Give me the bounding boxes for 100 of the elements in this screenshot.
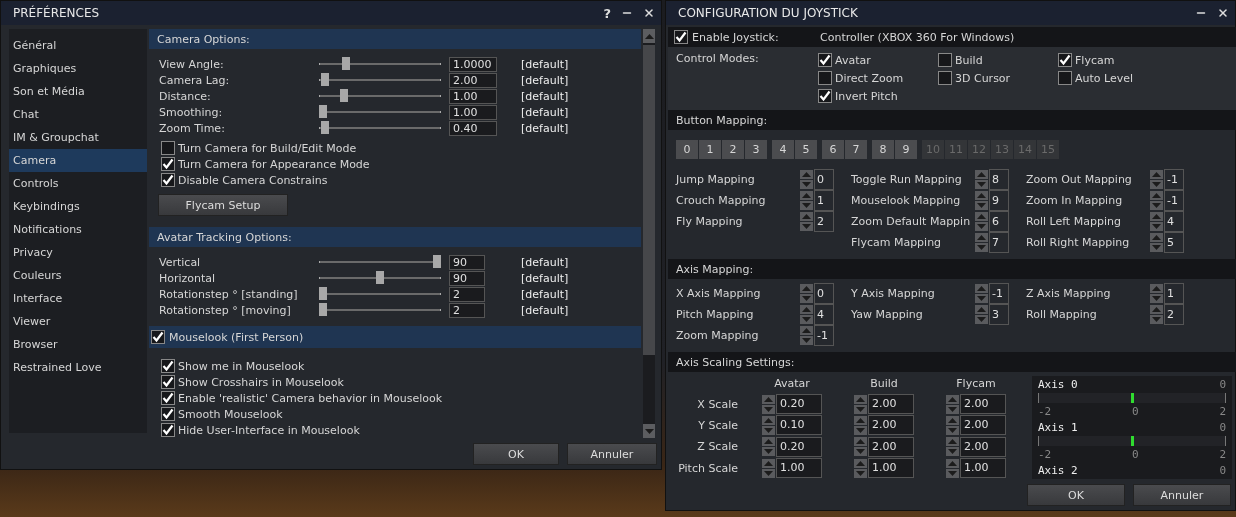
checkbox[interactable]	[161, 157, 175, 171]
spin-up-button[interactable]	[975, 212, 988, 221]
sidebar-item[interactable]: Chat	[9, 103, 147, 126]
spin-down-button[interactable]	[800, 336, 813, 345]
close-button[interactable]	[1217, 7, 1229, 19]
scale-field[interactable]: 0.20	[776, 394, 822, 415]
scale-field[interactable]: 0.20	[776, 436, 822, 457]
mapping-field[interactable]: -1	[989, 283, 1009, 304]
scale-field[interactable]: 2.00	[868, 394, 914, 415]
spin-down-button[interactable]	[975, 222, 988, 231]
spin-up-button[interactable]	[762, 437, 775, 447]
ok-button[interactable]: OK	[473, 443, 559, 465]
number-button[interactable]: 3	[745, 140, 767, 159]
mapping-field[interactable]: 6	[989, 211, 1009, 232]
mapping-field[interactable]: 8	[989, 169, 1009, 190]
value-field[interactable]: 1.00	[449, 88, 497, 104]
sidebar-item[interactable]: Interface	[9, 287, 147, 310]
flycam-setup-button[interactable]: Flycam Setup	[158, 194, 288, 216]
spin-down-button[interactable]	[800, 222, 813, 231]
spin-up-button[interactable]	[946, 394, 959, 404]
spin-down-button[interactable]	[1150, 180, 1163, 189]
sidebar-item[interactable]: Notifications	[9, 218, 147, 241]
slider[interactable]	[319, 302, 441, 318]
value-field[interactable]: 2.00	[449, 72, 497, 88]
cancel-button[interactable]: Annuler	[1133, 484, 1231, 506]
spin-down-button[interactable]	[800, 201, 813, 210]
value-field[interactable]: 0.40	[449, 120, 497, 136]
value-field[interactable]: 1.0000	[449, 56, 497, 72]
mapping-field[interactable]: 9	[989, 190, 1009, 211]
sidebar-item[interactable]: Couleurs	[9, 264, 147, 287]
help-button[interactable]: ?	[603, 5, 611, 21]
slider-thumb[interactable]	[341, 57, 350, 70]
mapping-field[interactable]: 1	[814, 190, 834, 211]
spin-up-button[interactable]	[1150, 212, 1163, 221]
sidebar-item[interactable]: Camera	[9, 149, 147, 172]
sidebar-item[interactable]: Graphiques	[9, 57, 147, 80]
spin-down-button[interactable]	[975, 243, 988, 252]
spin-up-button[interactable]	[1150, 233, 1163, 242]
checkbox[interactable]	[1058, 71, 1072, 85]
checkbox[interactable]	[938, 53, 952, 67]
slider-thumb[interactable]	[321, 121, 330, 134]
sidebar-item[interactable]: Keybindings	[9, 195, 147, 218]
spin-down-button[interactable]	[946, 468, 959, 478]
spin-down-button[interactable]	[762, 426, 775, 435]
spin-down-button[interactable]	[946, 426, 959, 435]
spin-down-button[interactable]	[800, 294, 813, 303]
checkbox[interactable]	[674, 30, 688, 44]
mapping-field[interactable]: -1	[1164, 190, 1184, 211]
number-button[interactable]: 7	[845, 140, 867, 159]
spin-up-button[interactable]	[975, 284, 988, 293]
spin-down-button[interactable]	[854, 426, 867, 435]
number-button[interactable]: 8	[872, 140, 894, 159]
value-field[interactable]: 2	[449, 286, 485, 302]
checkbox[interactable]	[161, 141, 175, 155]
spin-up-button[interactable]	[762, 394, 775, 404]
spin-up-button[interactable]	[800, 326, 813, 335]
number-button[interactable]: 0	[676, 140, 698, 159]
scale-field[interactable]: 2.00	[868, 436, 914, 457]
spin-up-button[interactable]	[800, 305, 813, 314]
sidebar-item[interactable]: Général	[9, 34, 147, 57]
slider[interactable]	[319, 286, 441, 302]
spin-up-button[interactable]	[854, 394, 867, 404]
value-field[interactable]: 1.00	[449, 104, 497, 120]
scrollbar[interactable]	[643, 29, 655, 438]
spin-up-button[interactable]	[975, 305, 988, 314]
slider-thumb[interactable]	[319, 303, 327, 316]
slider[interactable]	[319, 270, 441, 286]
spin-up-button[interactable]	[800, 170, 813, 179]
mapping-field[interactable]: 7	[989, 232, 1009, 253]
spin-down-button[interactable]	[975, 180, 988, 189]
spin-down-button[interactable]	[854, 404, 867, 414]
spin-down-button[interactable]	[1150, 294, 1163, 303]
sidebar-item[interactable]: Browser	[9, 333, 147, 356]
spin-down-button[interactable]	[800, 180, 813, 189]
scrollbar-thumb[interactable]	[643, 45, 655, 355]
ok-button[interactable]: OK	[1027, 484, 1125, 506]
spin-up-button[interactable]	[1150, 191, 1163, 200]
slider-thumb[interactable]	[433, 255, 441, 268]
spin-up-button[interactable]	[854, 458, 867, 468]
mapping-field[interactable]: -1	[1164, 169, 1184, 190]
mapping-field[interactable]: 0	[814, 283, 834, 304]
number-button[interactable]: 1	[699, 140, 721, 159]
mapping-field[interactable]: 1	[1164, 283, 1184, 304]
spin-down-button[interactable]	[946, 404, 959, 414]
mapping-field[interactable]: 4	[814, 304, 834, 325]
spin-up-button[interactable]	[762, 458, 775, 468]
slider[interactable]	[319, 88, 441, 104]
slider[interactable]	[319, 120, 441, 136]
checkbox[interactable]	[161, 407, 175, 421]
scroll-up-button[interactable]	[643, 29, 655, 43]
value-field[interactable]: 90	[449, 270, 485, 286]
sidebar-item[interactable]: Son et Média	[9, 80, 147, 103]
spin-down-button[interactable]	[762, 468, 775, 478]
checkbox[interactable]	[161, 359, 175, 373]
mapping-field[interactable]: 3	[989, 304, 1009, 325]
spin-up-button[interactable]	[854, 416, 867, 425]
spin-down-button[interactable]	[1150, 222, 1163, 231]
scale-field[interactable]: 2.00	[868, 415, 914, 436]
cancel-button[interactable]: Annuler	[567, 443, 657, 465]
spin-down-button[interactable]	[975, 315, 988, 324]
